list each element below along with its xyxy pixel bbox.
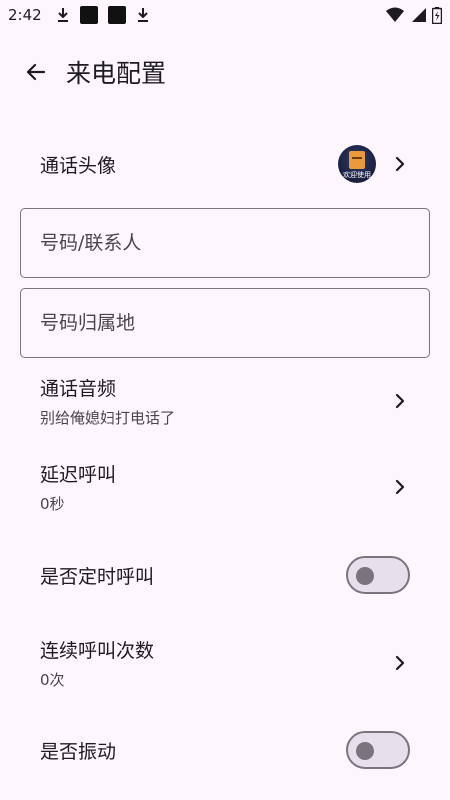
chevron-right-icon [395, 479, 405, 495]
number-location-input[interactable] [40, 312, 429, 334]
toggle-thumb [356, 567, 374, 585]
app-notification-icon [79, 6, 98, 24]
chevron-right-icon [395, 655, 405, 671]
call-avatar-label: 通话头像 [40, 154, 117, 177]
status-time: 2:42 [8, 6, 42, 24]
vibrate-row: 是否振动 [0, 720, 450, 780]
scheduled-call-label: 是否定时呼叫 [40, 565, 155, 588]
scheduled-call-row: 是否定时呼叫 [0, 545, 450, 605]
delay-call-row[interactable]: 延迟呼叫 0秒 [0, 454, 450, 520]
battery-icon [432, 6, 442, 24]
delay-call-value: 0秒 [40, 495, 65, 513]
repeat-count-value: 0次 [40, 671, 65, 689]
page-title: 来电配置 [66, 59, 167, 88]
call-audio-label: 通话音频 [40, 378, 117, 400]
vibrate-toggle[interactable] [346, 731, 410, 769]
toggle-thumb [356, 742, 374, 760]
chevron-right-icon [395, 393, 405, 409]
number-contact-input[interactable] [40, 232, 429, 254]
download-icon [137, 8, 148, 22]
delay-call-label: 延迟呼叫 [40, 464, 117, 486]
top-app-bar: 来电配置 [0, 40, 450, 104]
repeat-count-row[interactable]: 连续呼叫次数 0次 [0, 630, 450, 696]
repeat-count-label: 连续呼叫次数 [40, 640, 155, 662]
signal-icon [412, 8, 426, 22]
back-button[interactable] [12, 48, 60, 96]
avatar[interactable]: 欢迎使用 [338, 145, 376, 183]
vibrate-label: 是否振动 [40, 740, 117, 763]
arrow-back-icon [26, 63, 46, 81]
call-avatar-row[interactable]: 通话头像 欢迎使用 [0, 134, 450, 194]
scheduled-call-toggle[interactable] [346, 556, 410, 594]
system-icons [386, 6, 442, 24]
wifi-icon [386, 7, 404, 22]
call-audio-value: 别给俺媳妇打电话了 [40, 409, 176, 427]
chevron-right-icon [395, 156, 405, 172]
number-location-field[interactable] [20, 288, 430, 358]
number-contact-field[interactable] [20, 208, 430, 278]
app-notification-icon [107, 6, 126, 24]
status-bar: 2:42 [0, 0, 450, 30]
download-icon [57, 8, 68, 22]
call-audio-row[interactable]: 通话音频 别给俺媳妇打电话了 [0, 368, 450, 434]
notification-icons [56, 6, 150, 24]
